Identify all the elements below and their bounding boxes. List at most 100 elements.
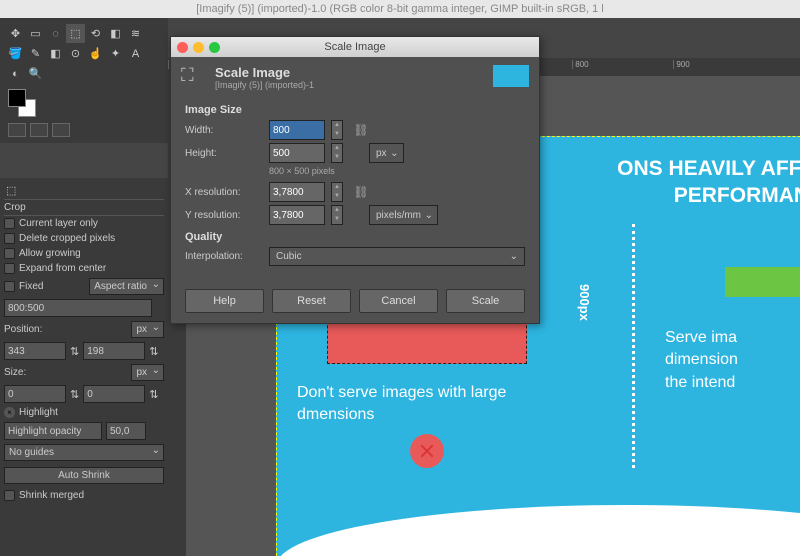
height-label: Height: bbox=[185, 148, 263, 159]
position-y-input[interactable] bbox=[83, 342, 145, 360]
main-area: ✥ ▭ ◌ ⬚ ⟲ ◧ ≋ 🪣 ✎ ◧ ⊙ ☝ ✦ A ◐ 🔍 bbox=[0, 18, 800, 556]
move-tool-icon[interactable]: ✥ bbox=[6, 24, 25, 43]
free-select-icon[interactable]: ◌ bbox=[46, 24, 65, 43]
cancel-button[interactable]: Cancel bbox=[359, 289, 438, 313]
col1-text: Don't serve images with large dmensions bbox=[297, 382, 557, 427]
delete-cropped-checkbox[interactable] bbox=[4, 233, 15, 244]
eraser-tool-icon[interactable]: ◧ bbox=[46, 44, 65, 63]
width-stepper[interactable]: ▲▼ bbox=[331, 120, 343, 140]
yres-input[interactable] bbox=[269, 205, 325, 225]
interpolation-select[interactable]: Cubic bbox=[269, 247, 525, 266]
scale-image-dialog: Scale Image ⛶ Scale Image [Imagify (5)] … bbox=[170, 36, 540, 324]
height-stepper[interactable]: ▲▼ bbox=[331, 143, 343, 163]
gradient-indicator[interactable] bbox=[52, 123, 70, 137]
link-icon[interactable]: ⛓ bbox=[353, 185, 369, 199]
position-label: Position: bbox=[4, 324, 42, 335]
x-icon bbox=[410, 434, 444, 468]
reset-button[interactable]: Reset bbox=[272, 289, 351, 313]
help-button[interactable]: Help bbox=[185, 289, 264, 313]
highlight-opacity-value[interactable] bbox=[106, 422, 146, 440]
pencil-tool-icon[interactable]: ✎ bbox=[26, 44, 45, 63]
zoom-tool-icon[interactable]: 🔍 bbox=[26, 64, 45, 83]
res-unit-select[interactable]: pixels/mm bbox=[369, 205, 438, 225]
dimension-note: 800 × 500 pixels bbox=[269, 166, 525, 176]
xres-stepper[interactable]: ▲▼ bbox=[331, 182, 343, 202]
shrink-merged-label: Shrink merged bbox=[19, 490, 84, 501]
allow-growing-label: Allow growing bbox=[19, 248, 81, 259]
dialog-header: Scale Image bbox=[215, 65, 314, 80]
bucket-fill-icon[interactable]: 🪣 bbox=[6, 44, 25, 63]
interpolation-label: Interpolation: bbox=[185, 251, 263, 262]
dimension-label-900: 900px bbox=[577, 284, 592, 469]
aspect-value-input[interactable] bbox=[4, 299, 152, 317]
delete-cropped-label: Delete cropped pixels bbox=[19, 233, 115, 244]
tool-options-panel: ⬚ Crop Current layer only Delete cropped… bbox=[0, 178, 168, 556]
size-w-input[interactable] bbox=[4, 385, 66, 403]
tool-options-title: Crop bbox=[4, 200, 164, 216]
width-label: Width: bbox=[185, 125, 263, 136]
dialog-subtitle: [Imagify (5)] (imported)-1 bbox=[215, 80, 314, 90]
aspect-mode-select[interactable]: Aspect ratio bbox=[89, 278, 164, 295]
preview-thumbnail bbox=[493, 65, 529, 87]
rotate-tool-icon[interactable]: ⟲ bbox=[86, 24, 105, 43]
yres-label: Y resolution: bbox=[185, 210, 263, 221]
wave-shape bbox=[277, 505, 800, 556]
quality-section: Quality bbox=[185, 231, 525, 243]
stepper-icon[interactable]: ⇅ bbox=[70, 345, 79, 358]
highlight-toggle[interactable]: × bbox=[4, 407, 15, 418]
paths-tool-icon[interactable]: ✦ bbox=[106, 44, 125, 63]
expand-center-checkbox[interactable] bbox=[4, 263, 15, 274]
position-x-input[interactable] bbox=[4, 342, 66, 360]
size-unit-select[interactable]: px bbox=[369, 143, 404, 163]
tool-icon: ⬚ bbox=[6, 184, 16, 197]
current-layer-checkbox[interactable] bbox=[4, 218, 15, 229]
scale-button[interactable]: Scale bbox=[446, 289, 525, 313]
col2-text: Serve ima dimension the intend bbox=[665, 327, 800, 394]
auto-shrink-button[interactable]: Auto Shrink bbox=[4, 467, 164, 484]
shrink-merged-checkbox[interactable] bbox=[4, 490, 15, 501]
position-unit-select[interactable]: px bbox=[131, 321, 164, 338]
toolbox: ✥ ▭ ◌ ⬚ ⟲ ◧ ≋ 🪣 ✎ ◧ ⊙ ☝ ✦ A ◐ 🔍 bbox=[0, 18, 168, 143]
green-box bbox=[725, 267, 800, 297]
stepper-icon[interactable]: ⇅ bbox=[149, 345, 158, 358]
height-input[interactable] bbox=[269, 143, 325, 163]
pattern-indicator[interactable] bbox=[30, 123, 48, 137]
yres-stepper[interactable]: ▲▼ bbox=[331, 205, 343, 225]
link-icon[interactable]: ⛓ bbox=[353, 123, 369, 137]
guides-select[interactable]: No guides bbox=[4, 444, 164, 461]
fg-bg-colors[interactable] bbox=[8, 89, 38, 119]
fg-color[interactable] bbox=[8, 89, 26, 107]
text-tool-icon[interactable]: A bbox=[126, 44, 145, 63]
fixed-label: Fixed bbox=[19, 281, 43, 292]
transform-icon[interactable]: ◧ bbox=[106, 24, 125, 43]
dialog-title: Scale Image bbox=[171, 41, 539, 53]
scale-icon: ⛶ bbox=[181, 65, 207, 90]
rect-select-icon[interactable]: ▭ bbox=[26, 24, 45, 43]
tool-options-header: ⬚ bbox=[4, 182, 164, 200]
allow-growing-checkbox[interactable] bbox=[4, 248, 15, 259]
fixed-checkbox[interactable] bbox=[4, 281, 15, 292]
col2-value: 50 bbox=[665, 242, 800, 267]
app-title-bar: [Imagify (5)] (imported)-1.0 (RGB color … bbox=[0, 0, 800, 18]
crop-tool-icon[interactable]: ⬚ bbox=[66, 24, 85, 43]
warp-tool-icon[interactable]: ≋ bbox=[126, 24, 145, 43]
color-picker-icon[interactable]: ◐ bbox=[6, 64, 25, 83]
size-h-input[interactable] bbox=[83, 385, 145, 403]
highlight-opacity-input[interactable] bbox=[4, 422, 102, 440]
current-layer-label: Current layer only bbox=[19, 218, 98, 229]
tool-grid: ✥ ▭ ◌ ⬚ ⟲ ◧ ≋ 🪣 ✎ ◧ ⊙ ☝ ✦ A ◐ 🔍 bbox=[4, 22, 164, 85]
brush-indicator[interactable] bbox=[8, 123, 26, 137]
clone-tool-icon[interactable]: ⊙ bbox=[66, 44, 85, 63]
divider bbox=[632, 224, 635, 469]
width-input[interactable] bbox=[269, 120, 325, 140]
stepper-icon[interactable]: ⇅ bbox=[70, 388, 79, 401]
smudge-tool-icon[interactable]: ☝ bbox=[86, 44, 105, 63]
expand-center-label: Expand from center bbox=[19, 263, 106, 274]
size-label: Size: bbox=[4, 367, 26, 378]
dialog-titlebar[interactable]: Scale Image bbox=[171, 37, 539, 57]
xres-label: X resolution: bbox=[185, 187, 263, 198]
size-unit-select[interactable]: px bbox=[131, 364, 164, 381]
image-size-section: Image Size bbox=[185, 104, 525, 116]
stepper-icon[interactable]: ⇅ bbox=[149, 388, 158, 401]
xres-input[interactable] bbox=[269, 182, 325, 202]
